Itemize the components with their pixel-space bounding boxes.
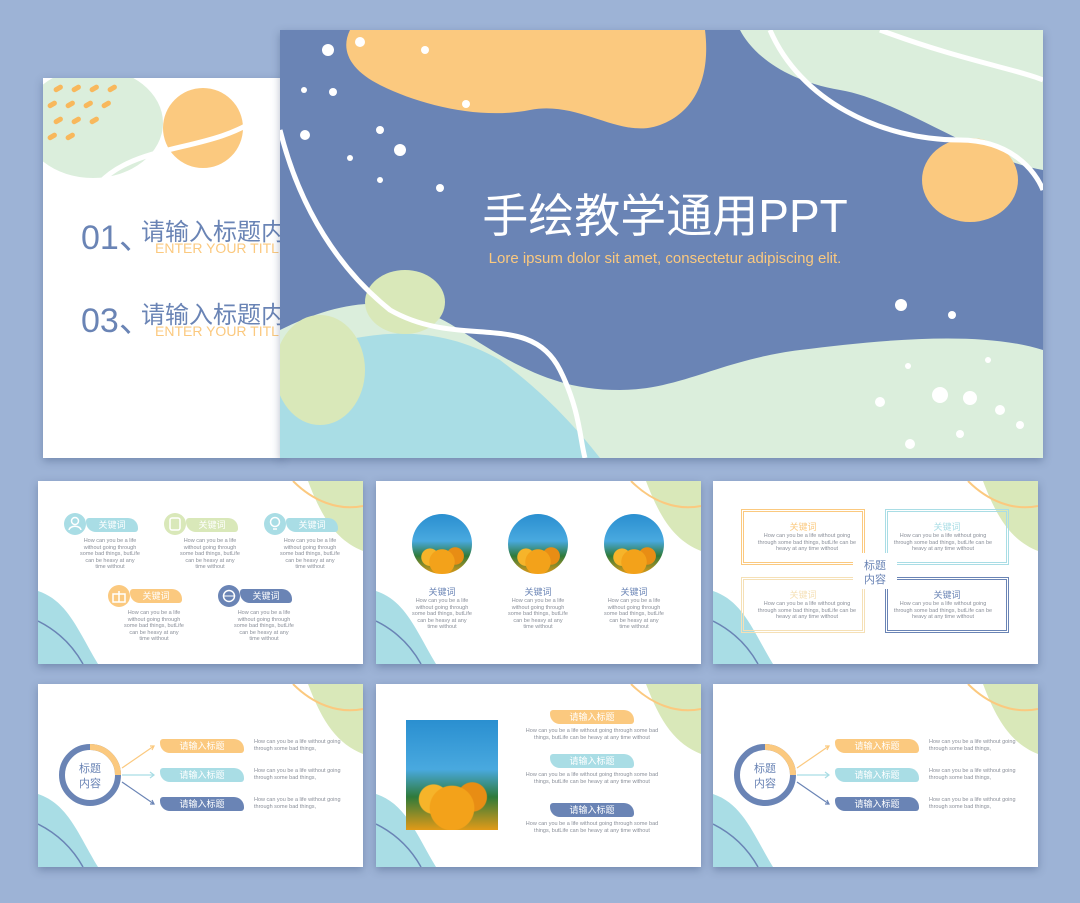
keyword-label-4: 关键词 [130, 589, 182, 603]
circle-body-2: How can you be a life without going thro… [508, 598, 568, 630]
keyword-label-2: 关键词 [186, 518, 238, 532]
user-icon [64, 513, 86, 535]
arrows-slide-1[interactable]: 标题 内容 请输入标题 请输入标题 请输入标题 How can you be a… [38, 684, 363, 867]
corner-decoration [38, 481, 363, 664]
keyword-body-5: How can you be a life without going thro… [234, 610, 294, 642]
circle-body-1: How can you be a life without going thro… [412, 598, 472, 630]
box-body-4: How can you be a life without going thro… [893, 601, 993, 620]
keyword-body-2: How can you be a life without going thro… [180, 538, 240, 570]
arrow-label-1: 请输入标题 [160, 739, 244, 753]
flower-photo-2 [508, 514, 568, 574]
arrows-slide-2[interactable]: 标题 内容 请输入标题 请输入标题 请输入标题 How can you be a… [713, 684, 1038, 867]
center-title-line-2: 内容 [79, 778, 101, 790]
arrow-label-3: 请输入标题 [160, 797, 244, 811]
arrow-label-1: 请输入标题 [835, 739, 919, 753]
center-title-line-2: 内容 [864, 574, 886, 586]
box-keyword-4: 关键词 [933, 590, 961, 600]
arrow-label-2: 请输入标题 [160, 768, 244, 782]
arrow-body-1: How can you be a life without going thro… [254, 739, 341, 752]
hero-slide[interactable]: 手绘教学通用PPT Lore ipsum dolor sit amet, con… [280, 30, 1043, 458]
bulb-icon [264, 513, 286, 535]
phone-icon [164, 513, 186, 535]
keyword-label-3: 关键词 [286, 518, 338, 532]
boxes-slide[interactable]: 关键词 How can you be a life without going … [713, 481, 1038, 664]
arrow-body-1: How can you be a life without going thro… [929, 739, 1016, 752]
circle-keyword-1: 关键词 [428, 587, 456, 597]
photo-body-2: How can you be a life without going thro… [525, 772, 659, 785]
gift-icon [108, 585, 130, 607]
circle-body-3: How can you be a life without going thro… [604, 598, 664, 630]
toc-slide[interactable]: 01、 请输入标题内 ENTER YOUR TITLE 03、 请输入标题内 E… [43, 78, 283, 458]
box-body-2: How can you be a life without going thro… [893, 533, 993, 552]
keyword-body-4: How can you be a life without going thro… [124, 610, 184, 642]
box-body-3: How can you be a life without going thro… [757, 601, 857, 620]
keyword-body-1: How can you be a life without going thro… [80, 538, 140, 570]
photo-body-3: How can you be a life without going thro… [525, 821, 659, 834]
dash-pattern [47, 78, 283, 209]
arrow-body-3: How can you be a life without going thro… [929, 797, 1016, 810]
globe-icon [218, 585, 240, 607]
arrow-body-3: How can you be a life without going thro… [254, 797, 341, 810]
flower-photo-1 [412, 514, 472, 574]
box-keyword-2: 关键词 [933, 522, 961, 532]
center-title-line-1: 标题 [754, 763, 776, 775]
photo-label-3: 请输入标题 [550, 803, 634, 817]
arrow-body-2: How can you be a life without going thro… [929, 768, 1016, 781]
circles-slide[interactable]: 关键词 How can you be a life without going … [376, 481, 701, 664]
box-keyword-1: 关键词 [789, 522, 817, 532]
center-title-line-1: 标题 [79, 763, 101, 775]
center-label: 标题 内容 [853, 553, 897, 589]
arrow-label-2: 请输入标题 [835, 768, 919, 782]
toc-subtitle-1: ENTER YOUR TITLE [155, 240, 283, 256]
arrow-body-2: How can you be a life without going thro… [254, 768, 341, 781]
circle-keyword-2: 关键词 [524, 587, 552, 597]
keyword-label-1: 关键词 [86, 518, 138, 532]
toc-subtitle-2: ENTER YOUR TITLE [155, 323, 283, 339]
photo-label-1: 请输入标题 [550, 710, 634, 724]
circle-keyword-3: 关键词 [620, 587, 648, 597]
keyword-body-3: How can you be a life without going thro… [280, 538, 340, 570]
hero-title: 手绘教学通用PPT [482, 190, 848, 242]
photo-body-1: How can you be a life without going thro… [525, 728, 659, 741]
flower-photo [406, 720, 498, 830]
box-keyword-3: 关键词 [789, 590, 817, 600]
hero-subtitle: Lore ipsum dolor sit amet, consectetur a… [488, 250, 842, 267]
center-title-line-2: 内容 [754, 778, 776, 790]
photo-slide[interactable]: 请输入标题 How can you be a life without goin… [376, 684, 701, 867]
icons-slide[interactable]: 关键词 How can you be a life without going … [38, 481, 363, 664]
arrow-label-3: 请输入标题 [835, 797, 919, 811]
flower-photo-3 [604, 514, 664, 574]
keyword-label-5: 关键词 [240, 589, 292, 603]
box-body-1: How can you be a life without going thro… [757, 533, 857, 552]
photo-label-2: 请输入标题 [550, 754, 634, 768]
